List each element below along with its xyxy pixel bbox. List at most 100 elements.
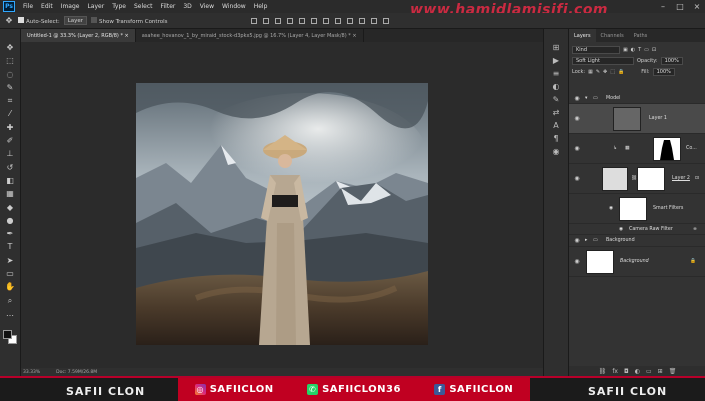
tab-channels[interactable]: Channels (596, 29, 629, 42)
tab-asahee[interactable]: asahee_hovanov_1_by_miraid_stock-d3pkx5.… (136, 29, 364, 42)
adjustments-icon[interactable]: ✎ (552, 95, 561, 104)
tab-untitled-1[interactable]: Untitled-1 @ 33.3% (Layer 2, RGB/8) * × (21, 29, 136, 42)
healing-brush-icon[interactable]: ✚ (5, 123, 15, 133)
mask-thumbnail[interactable] (637, 167, 665, 191)
add-mask-icon[interactable]: ◘ (624, 368, 629, 375)
align-left-icon[interactable] (287, 17, 294, 24)
adjustment-layer-icon[interactable]: ◐ (635, 368, 640, 375)
filter-options-icon[interactable]: ≑ (693, 227, 697, 232)
properties-icon[interactable]: ≡ (552, 69, 561, 78)
menu-filter[interactable]: Filter (157, 3, 180, 10)
visibility-eye-icon[interactable]: ◉ (573, 175, 581, 182)
layer-row[interactable]: ◉ Layer 1 (569, 104, 705, 134)
move-tool-icon[interactable]: ✥ (4, 16, 14, 26)
auto-select-dropdown[interactable]: Layer (63, 16, 88, 25)
link-layers-icon[interactable]: ⛓ (599, 368, 607, 375)
pen-icon[interactable]: ✒ (5, 229, 15, 239)
expand-arrow-icon[interactable]: ▸ (585, 238, 587, 243)
zoom-icon[interactable]: ⌕ (5, 296, 15, 306)
filter-row[interactable]: ◉ Smart Filters (569, 194, 705, 224)
filter-shape-icon[interactable]: ▭ (644, 47, 649, 53)
auto-select-checkbox[interactable]: Auto-Select: (18, 16, 60, 25)
menu-type[interactable]: Type (108, 3, 130, 10)
shape-icon[interactable]: ▭ (5, 269, 15, 279)
menu-view[interactable]: View (196, 3, 218, 10)
hand-icon[interactable]: ✋ (5, 282, 15, 292)
crop-icon[interactable]: ⌗ (5, 96, 15, 106)
menu-help[interactable]: Help (250, 3, 272, 10)
filter-pixel-icon[interactable]: ▣ (623, 47, 628, 53)
new-group-icon[interactable]: ▭ (646, 368, 652, 375)
align-middle-icon[interactable] (263, 17, 270, 24)
type-icon[interactable]: T (5, 242, 15, 252)
brush-icon[interactable]: ✐ (5, 136, 15, 146)
paragraph-icon[interactable]: ¶ (552, 134, 561, 143)
distribute-middle-icon[interactable] (335, 17, 342, 24)
lock-all-icon[interactable]: 🔒 (618, 69, 624, 75)
distribute-top-icon[interactable] (323, 17, 330, 24)
character-icon[interactable]: A (552, 121, 561, 130)
actions-icon[interactable]: ▶ (552, 56, 561, 65)
minimize-icon[interactable]: – (655, 0, 671, 13)
delete-layer-icon[interactable]: 🗑 (669, 368, 677, 375)
lock-move-icon[interactable]: ✥ (603, 69, 607, 75)
filter-smart-icon[interactable]: ⊡ (652, 47, 656, 53)
tab-paths[interactable]: Paths (629, 29, 653, 42)
distribute-bottom-icon[interactable] (347, 17, 354, 24)
distribute-left-icon[interactable] (359, 17, 366, 24)
visibility-eye-icon[interactable]: ◉ (573, 145, 581, 152)
marquee-icon[interactable]: ⬚ (5, 56, 15, 66)
lock-pixels-icon[interactable]: ▦ (588, 69, 593, 75)
distribute-right-icon[interactable] (383, 17, 390, 24)
fill-input[interactable]: 100% (652, 67, 675, 76)
brush-settings-icon[interactable]: ⇄ (552, 108, 561, 117)
gradient-icon[interactable]: ▦ (5, 189, 15, 199)
document-image[interactable] (136, 83, 428, 345)
filter-eye-icon[interactable]: ◉ (609, 206, 613, 211)
lasso-icon[interactable]: ◌ (5, 70, 15, 80)
more-tools-icon[interactable]: … (5, 309, 15, 319)
expand-arrow-icon[interactable]: ▾ (585, 96, 587, 101)
eyedropper-icon[interactable]: ⁄ (5, 109, 15, 119)
color-icon[interactable]: ◐ (552, 82, 561, 91)
canvas-area[interactable] (21, 42, 543, 368)
move-icon[interactable]: ✥ (5, 43, 15, 53)
show-transform-checkbox[interactable]: Show Transform Controls (91, 16, 167, 25)
visibility-eye-icon[interactable]: ◉ (573, 258, 581, 265)
glyphs-icon[interactable]: ◉ (552, 147, 561, 156)
layer-row[interactable]: ◉ ▸ ▭ Background (569, 235, 705, 247)
foreground-color[interactable] (3, 330, 12, 340)
maximize-icon[interactable]: □ (672, 0, 688, 13)
align-right-icon[interactable] (311, 17, 318, 24)
path-select-icon[interactable]: ➤ (5, 256, 15, 266)
fx-icon[interactable]: fx (612, 368, 618, 375)
tab-layers[interactable]: Layers (569, 29, 596, 42)
align-center-icon[interactable] (299, 17, 306, 24)
menu-3d[interactable]: 3D (179, 3, 195, 10)
clone-stamp-icon[interactable]: ⊥ (5, 149, 15, 159)
visibility-eye-icon[interactable]: ◉ (573, 95, 581, 102)
menu-edit[interactable]: Edit (37, 3, 57, 10)
blend-mode-dropdown[interactable]: Soft Light (572, 56, 634, 65)
visibility-eye-icon[interactable]: ◉ (573, 115, 581, 122)
eraser-icon[interactable]: ◧ (5, 176, 15, 186)
zoom-level[interactable]: 33.33% (23, 370, 40, 375)
layer-row[interactable]: ◉ ⛓ Layer 2 ⊡ (569, 164, 705, 194)
visibility-eye-icon[interactable]: ◉ (573, 237, 581, 244)
menu-window[interactable]: Window (218, 3, 250, 10)
menu-file[interactable]: File (19, 3, 37, 10)
new-layer-icon[interactable]: ⊞ (658, 368, 663, 375)
layer-row[interactable]: ◉ ↳ ▦ Co... (569, 134, 705, 164)
close-icon[interactable]: × (689, 0, 705, 13)
filter-eye-icon[interactable]: ◉ (619, 227, 623, 232)
align-bottom-icon[interactable] (275, 17, 282, 24)
filter-type-icon[interactable]: T (638, 47, 641, 53)
menu-layer[interactable]: Layer (83, 3, 108, 10)
mask-thumbnail[interactable] (653, 137, 681, 161)
filter-adjust-icon[interactable]: ◐ (631, 47, 635, 53)
lock-brush-icon[interactable]: ✎ (596, 69, 600, 75)
opacity-input[interactable]: 100% (660, 56, 683, 65)
blur-icon[interactable]: ◆ (5, 203, 15, 213)
quick-select-icon[interactable]: ✎ (5, 83, 15, 93)
layer-row[interactable]: ◉ ▾ ▭ Model (569, 93, 705, 104)
